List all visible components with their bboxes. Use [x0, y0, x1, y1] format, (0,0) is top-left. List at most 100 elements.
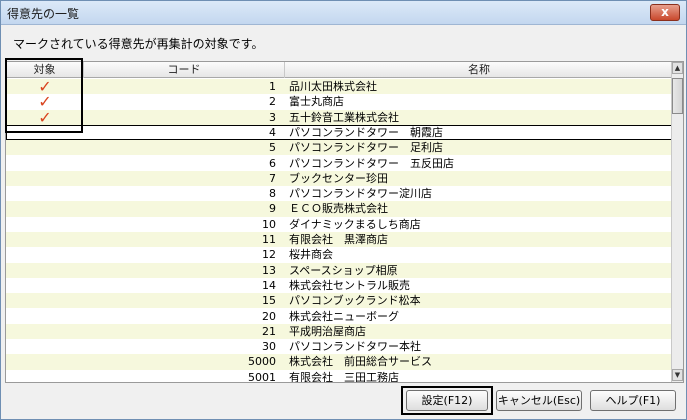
mark-cell[interactable] [6, 324, 84, 339]
checkmark-icon: ✓ [38, 94, 52, 110]
name-cell: ブックセンター珍田 [289, 171, 388, 185]
name-cell: ＥＣＯ販売株式会社 [289, 202, 388, 216]
name-cell: パソコンブックランド松本 [289, 294, 421, 308]
mark-cell[interactable] [6, 171, 84, 186]
table-row[interactable]: 11 有限会社 黒澤商店 [6, 232, 673, 248]
mark-cell[interactable]: ✓ [6, 79, 84, 94]
mark-cell[interactable] [6, 232, 84, 247]
close-button[interactable]: x [650, 4, 680, 21]
mark-cell[interactable] [6, 156, 84, 171]
table-row[interactable]: 6 パソコンランドタワー 五反田店 [6, 156, 673, 171]
name-cell: 品川太田株式会社 [289, 80, 377, 93]
name-cell: 有限会社 黒澤商店 [289, 233, 388, 246]
name-cell: 五十鈴音工業株式会社 [289, 110, 399, 124]
window-title: 得意先の一覧 [7, 7, 80, 21]
name-cell: 株式会社 前田総合サービス [289, 355, 432, 369]
table-row[interactable]: 8 パソコンランドタワー淀川店 [6, 186, 673, 201]
table-row[interactable]: 15 パソコンブックランド松本 [6, 293, 673, 309]
table-row[interactable]: ✓ 2 富士丸商店 [6, 94, 673, 109]
code-cell: 2 [269, 95, 276, 109]
code-cell: 30 [262, 340, 276, 354]
code-cell: 1 [269, 80, 276, 93]
column-header-mark[interactable]: 対象 [6, 62, 84, 78]
code-cell: 9 [269, 202, 276, 216]
title-bar: 得意先の一覧 x [1, 1, 686, 25]
table-row[interactable]: 7 ブックセンター珍田 [6, 170, 673, 187]
checkmark-icon: ✓ [38, 79, 52, 95]
table-row[interactable]: 5 パソコンランドタワー 足利店 [6, 140, 673, 156]
code-cell: 12 [262, 248, 276, 262]
name-cell: パソコンランドタワー本社 [289, 340, 421, 354]
name-cell: スペースショップ相原 [289, 263, 398, 277]
grid-rows: ✓ 1 品川太田株式会社 ✓ 2 富士丸商店 ✓ 3 五十鈴音工業株式会社 4 パソコンランドタワー… [6, 79, 673, 383]
customer-grid: 対象 コード 名称 ✓ 1 品川太田株式会社 ✓ 2 富士丸商店 ✓ 3 五十鈴音工業株式会社 4… [5, 61, 684, 383]
name-cell: パソコンランドタワー 五反田店 [289, 156, 454, 170]
code-cell: 5 [269, 141, 276, 155]
scroll-up-button[interactable]: ▲ [672, 62, 683, 74]
code-cell: 6 [269, 156, 276, 170]
code-cell: 15 [262, 294, 276, 308]
code-cell: 4 [269, 125, 276, 139]
code-cell: 13 [262, 263, 276, 277]
mark-cell[interactable] [6, 247, 84, 262]
mark-cell[interactable] [6, 354, 84, 369]
table-row[interactable]: 4 パソコンランドタワー 朝霞店 [6, 124, 673, 141]
scroll-thumb[interactable] [672, 78, 683, 114]
code-cell: 7 [269, 171, 276, 185]
table-row[interactable]: 5001 有限会社 三田工務店 [6, 370, 673, 383]
dialog-window: 得意先の一覧 x マークされている得意先が再集計の対象です。 対象 コード 名称… [0, 0, 687, 420]
code-cell: 8 [269, 187, 276, 201]
table-row[interactable]: ✓ 3 五十鈴音工業株式会社 [6, 109, 673, 125]
code-cell: 14 [262, 278, 276, 292]
table-row[interactable]: 30 パソコンランドタワー本社 [6, 339, 673, 354]
table-row[interactable]: 21 平成明治屋商店 [6, 323, 673, 340]
name-cell: ダイナミックまるしち商店 [289, 217, 421, 231]
table-row[interactable]: 10 ダイナミックまるしち商店 [6, 217, 673, 232]
code-cell: 5001 [248, 370, 276, 383]
table-row[interactable]: 5000 株式会社 前田総合サービス [6, 354, 673, 370]
grid-header: 対象 コード 名称 [6, 62, 673, 78]
mark-cell[interactable] [6, 140, 84, 155]
name-cell: 有限会社 三田工務店 [289, 370, 399, 383]
name-cell: 富士丸商店 [289, 95, 344, 109]
mark-cell[interactable] [6, 278, 84, 293]
mark-cell[interactable] [6, 186, 84, 201]
table-row[interactable]: 12 桜井商会 [6, 247, 673, 262]
mark-cell[interactable] [6, 263, 84, 278]
name-cell: パソコンランドタワー 朝霞店 [289, 125, 443, 139]
instruction-message: マークされている得意先が再集計の対象です。 [13, 37, 264, 51]
cancel-button[interactable]: キャンセル(Esc) [496, 390, 582, 411]
name-cell: 株式会社ニューボーグ [289, 309, 399, 323]
mark-cell[interactable] [6, 370, 84, 382]
ok-button[interactable]: 設定(F12) [406, 390, 488, 411]
name-cell: 桜井商会 [289, 248, 333, 262]
checkmark-icon: ✓ [38, 109, 52, 125]
mark-cell[interactable] [6, 309, 84, 324]
mark-cell[interactable] [6, 293, 84, 308]
code-cell: 11 [262, 233, 276, 246]
help-button[interactable]: ヘルプ(F1) [590, 390, 676, 411]
table-row[interactable]: ✓ 1 品川太田株式会社 [6, 79, 673, 95]
code-cell: 20 [262, 309, 276, 323]
name-cell: パソコンランドタワー淀川店 [289, 187, 432, 201]
mark-cell[interactable]: ✓ [6, 110, 84, 125]
mark-cell[interactable] [6, 339, 84, 354]
column-header-code[interactable]: コード [84, 62, 285, 78]
name-cell: 株式会社セントラル販売 [289, 278, 410, 292]
table-row[interactable]: 14 株式会社セントラル販売 [6, 278, 673, 293]
mark-cell[interactable] [6, 201, 84, 216]
code-cell: 21 [262, 324, 276, 338]
code-cell: 10 [262, 217, 276, 231]
code-cell: 5000 [248, 355, 276, 369]
vertical-scrollbar[interactable]: ▲ ▼ [671, 62, 683, 382]
mark-cell[interactable] [6, 217, 84, 232]
mark-cell[interactable]: ✓ [6, 94, 84, 109]
mark-cell[interactable] [6, 125, 84, 140]
table-row[interactable]: 20 株式会社ニューボーグ [6, 309, 673, 324]
name-cell: パソコンランドタワー 足利店 [289, 141, 443, 155]
table-row[interactable]: 13 スペースショップ相原 [6, 262, 673, 278]
table-row[interactable]: 9 ＥＣＯ販売株式会社 [6, 201, 673, 217]
column-header-name[interactable]: 名称 [285, 62, 673, 78]
name-cell: 平成明治屋商店 [289, 324, 366, 338]
scroll-down-button[interactable]: ▼ [672, 369, 683, 381]
